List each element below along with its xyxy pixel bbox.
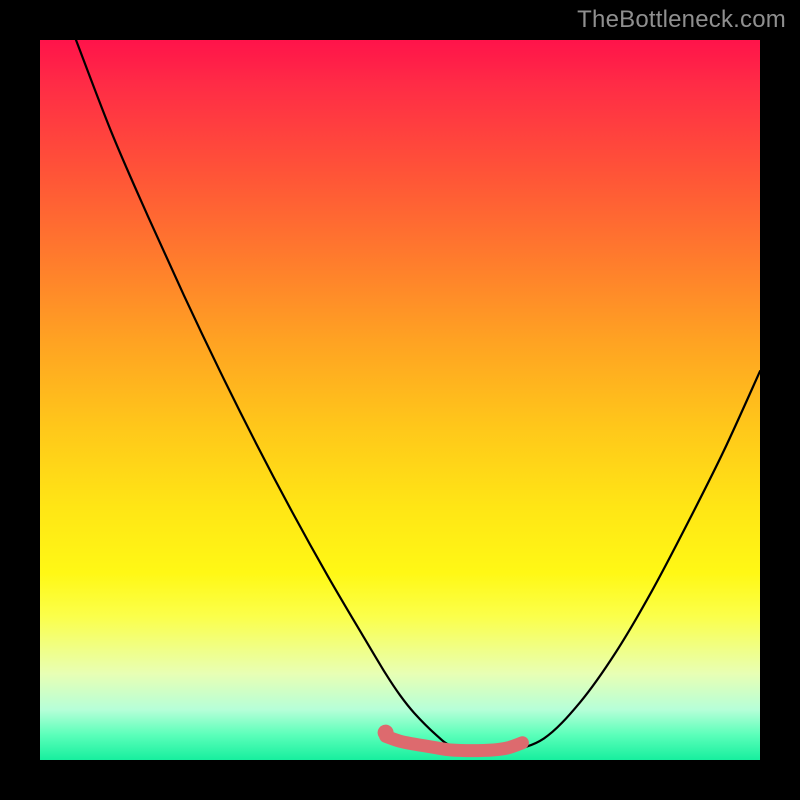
watermark-text: TheBottleneck.com xyxy=(577,6,786,34)
chart-frame: TheBottleneck.com xyxy=(0,0,800,800)
plot-gradient-background xyxy=(40,40,760,760)
